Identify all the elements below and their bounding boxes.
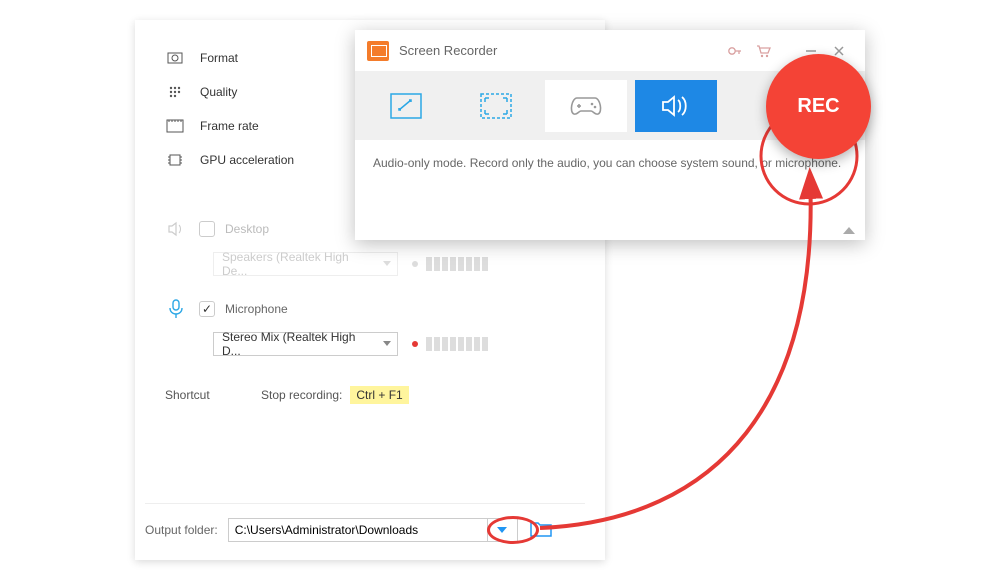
annotation-ellipse	[487, 516, 539, 544]
mode-fullscreen-button[interactable]	[455, 80, 537, 132]
mode-region-button[interactable]	[365, 80, 447, 132]
setting-label: Quality	[200, 85, 237, 99]
microphone-device-dropdown[interactable]: Stereo Mix (Realtek High D...	[213, 332, 398, 356]
desktop-device-dropdown[interactable]: Speakers (Realtek High De...	[213, 252, 398, 276]
recorder-logo-icon	[367, 41, 389, 61]
microphone-icon	[165, 298, 187, 320]
output-folder-input[interactable]	[228, 518, 488, 542]
dropdown-value: Stereo Mix (Realtek High D...	[222, 330, 377, 358]
audio-section: Desktop Speakers (Realtek High De... Mic…	[165, 218, 575, 404]
speaker-icon	[165, 218, 187, 240]
microphone-audio-row: Microphone	[165, 298, 575, 320]
mode-audio-button[interactable]	[635, 80, 717, 132]
microphone-level-meter	[412, 337, 490, 351]
expand-up-icon[interactable]	[843, 227, 855, 234]
microphone-label: Microphone	[225, 302, 288, 316]
cart-icon[interactable]	[749, 43, 777, 59]
setting-label: GPU acceleration	[200, 153, 294, 167]
microphone-checkbox[interactable]	[199, 301, 215, 317]
desktop-label: Desktop	[225, 222, 269, 236]
microphone-device-row: Stereo Mix (Realtek High D...	[213, 332, 575, 356]
recorder-title: Screen Recorder	[399, 43, 721, 58]
shortcut-row: Shortcut Stop recording: Ctrl + F1	[165, 386, 575, 404]
shortcut-sublabel: Stop recording:	[261, 388, 342, 402]
shortcut-label: Shortcut	[165, 388, 261, 402]
setting-label: Frame rate	[200, 119, 259, 133]
desktop-checkbox[interactable]	[199, 221, 215, 237]
key-icon[interactable]	[721, 43, 749, 59]
recorder-window: Screen Recorder REC Audio-only mode. Rec…	[355, 30, 865, 240]
rec-label: REC	[797, 95, 839, 118]
recorder-mode-bar: REC	[355, 72, 865, 140]
quality-icon	[165, 84, 185, 100]
setting-label: Format	[200, 51, 238, 65]
output-label: Output folder:	[145, 523, 218, 537]
desktop-device-row: Speakers (Realtek High De...	[213, 252, 575, 276]
rec-button[interactable]: REC	[766, 54, 871, 159]
dropdown-value: Speakers (Realtek High De...	[222, 250, 377, 278]
desktop-level-meter	[412, 257, 490, 271]
gear-icon	[165, 50, 185, 66]
chevron-down-icon	[383, 261, 391, 266]
shortcut-key: Ctrl + F1	[350, 386, 408, 404]
gpu-icon	[165, 152, 185, 168]
framerate-icon	[165, 118, 185, 134]
chevron-down-icon	[383, 341, 391, 346]
mode-game-button[interactable]	[545, 80, 627, 132]
